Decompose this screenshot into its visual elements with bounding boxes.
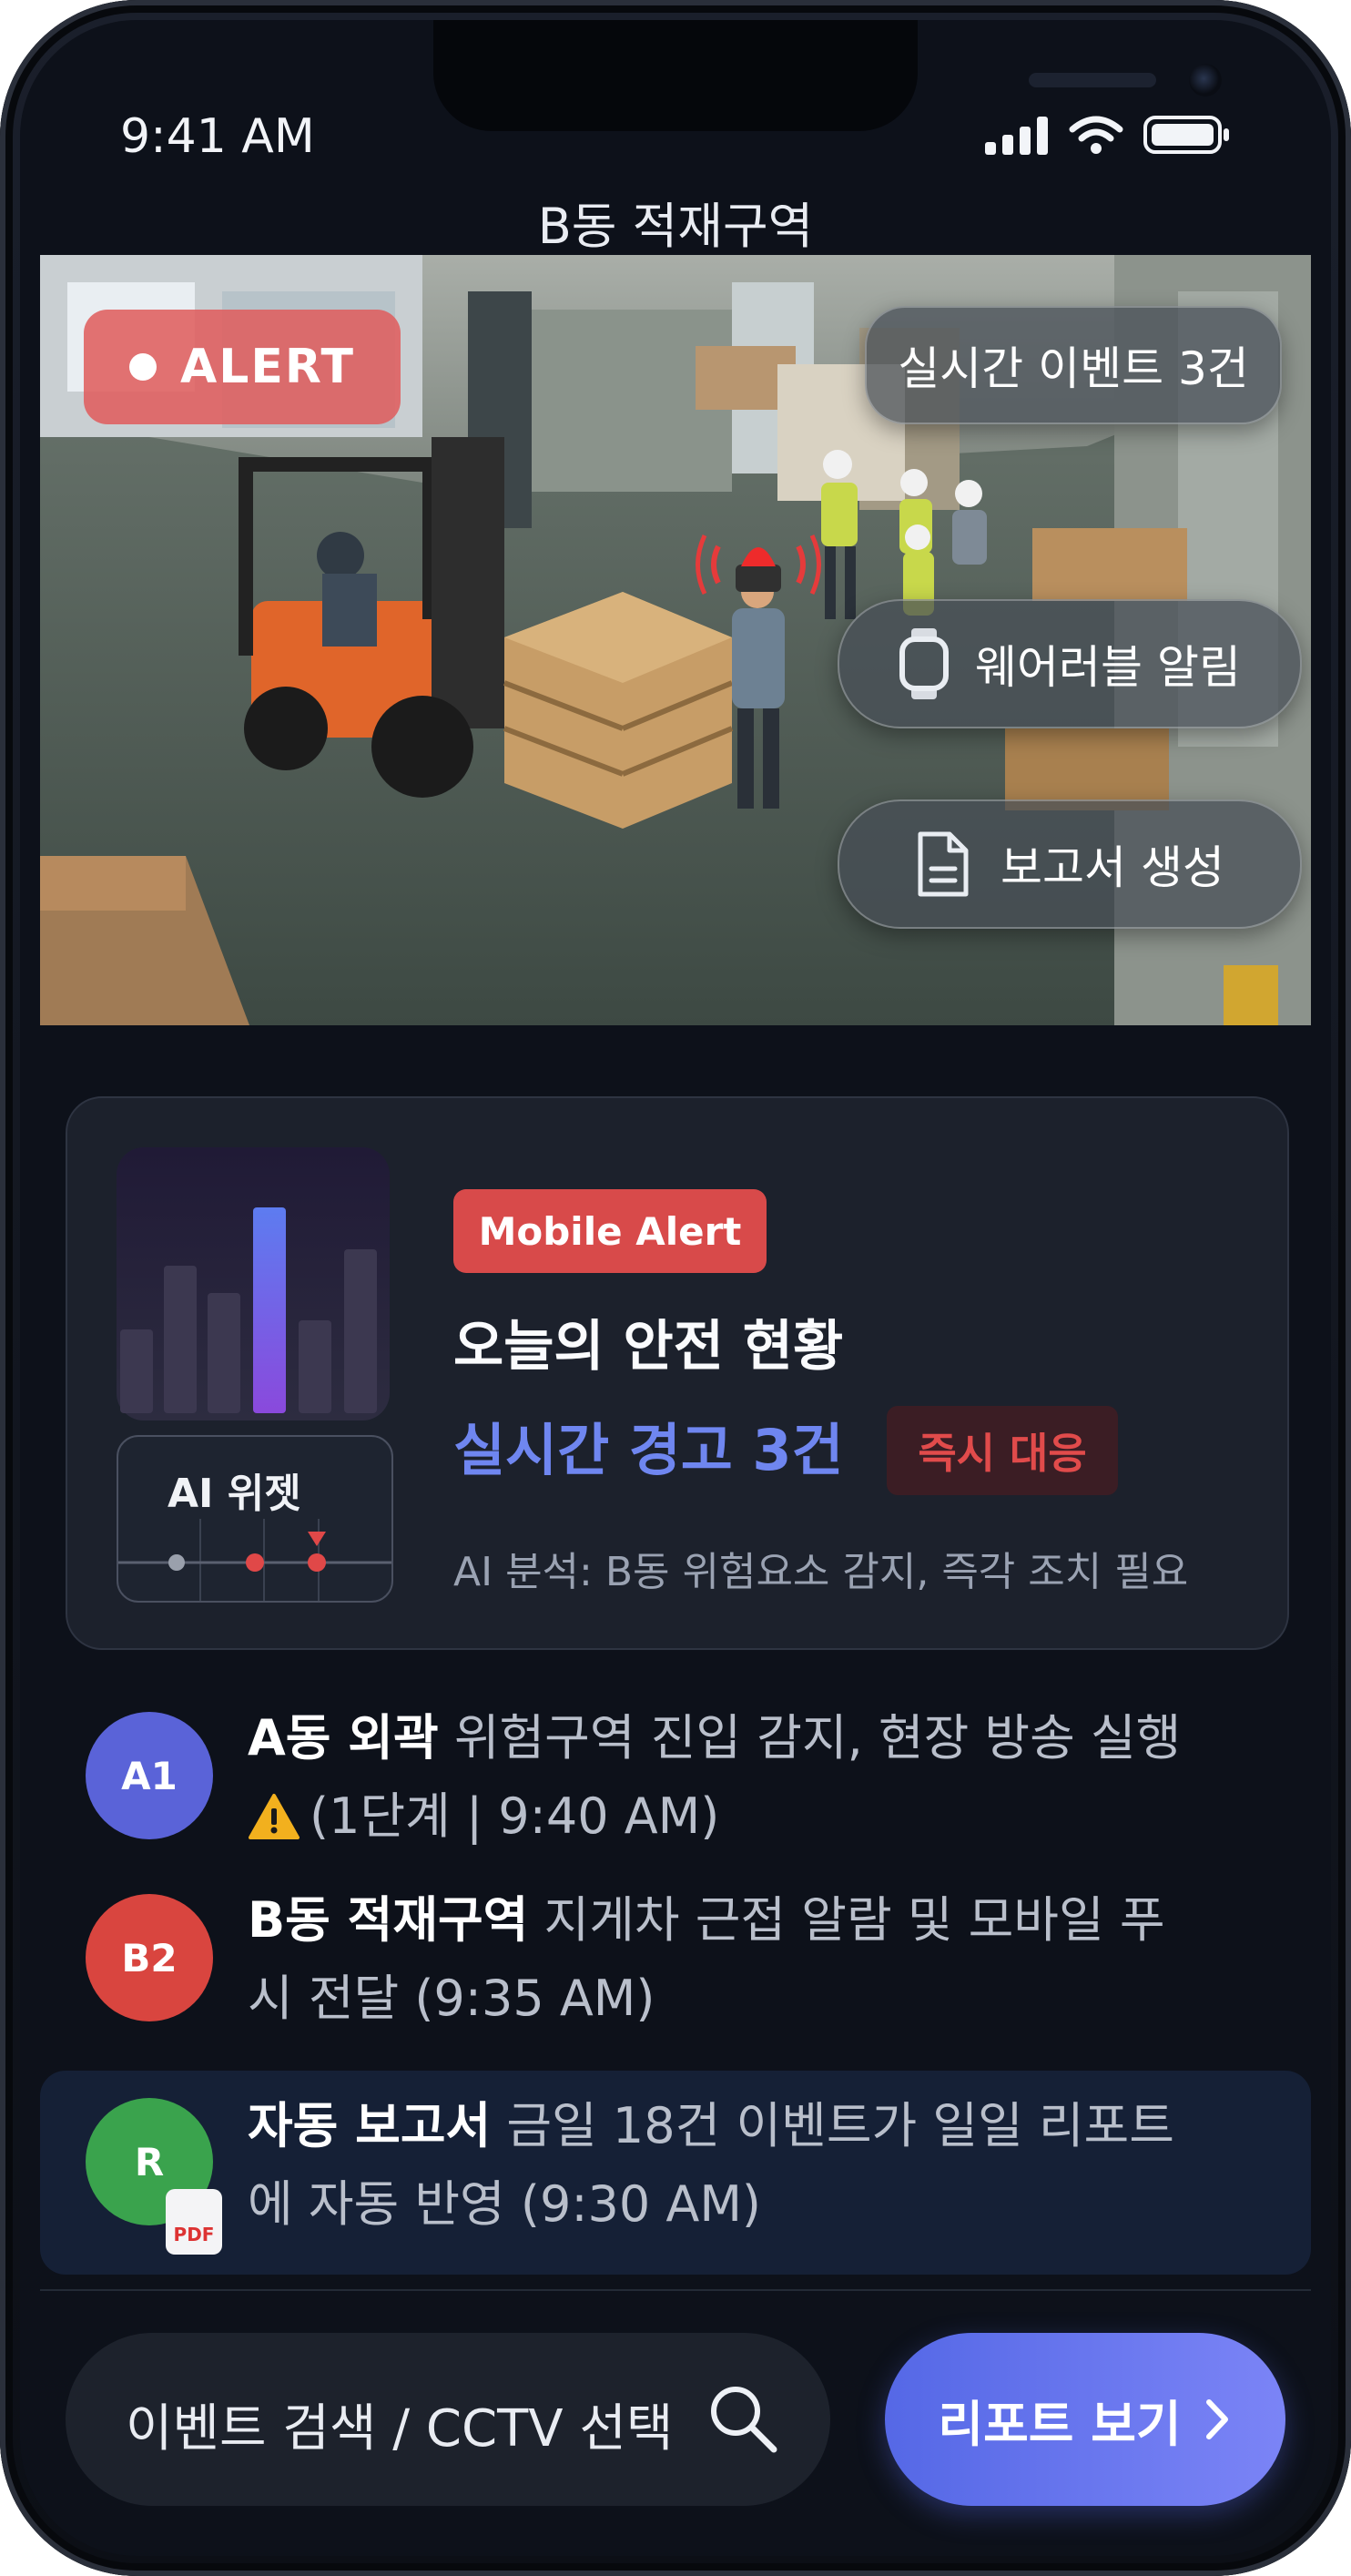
ai-widget-label: AI 위젯	[168, 1471, 301, 1517]
list-item[interactable]: R PDF 자동 보고서 금일 18건 이벤트가 일일 리포트 에 자동 반영 …	[40, 2071, 1311, 2275]
warning-icon	[249, 1794, 300, 1839]
cctv-feed[interactable]: ALERT 실시간 이벤트 3건 웨어러블 알림 보고서 생성	[40, 255, 1311, 1025]
avatar: B2	[86, 1894, 213, 2021]
generate-report-label: 보고서 생성	[1001, 841, 1224, 894]
feed-message: 위험구역 진입 감지, 현장 방송 실행	[453, 1709, 1182, 1767]
urgent-response-badge[interactable]: 즉시 대응	[887, 1406, 1118, 1495]
safety-chart-widget	[117, 1147, 390, 1420]
wearable-alert-button[interactable]: 웨어러블 알림	[838, 599, 1302, 728]
generate-report-button[interactable]: 보고서 생성	[838, 799, 1302, 929]
signal-icon	[985, 117, 1048, 155]
live-warning-count: 실시간 경고 3건	[453, 1417, 844, 1483]
divider	[40, 2289, 1311, 2291]
mobile-alert-badge: Mobile Alert	[453, 1189, 767, 1273]
search-input[interactable]: 이벤트 검색 / CCTV 선택	[126, 2388, 673, 2461]
page-title: B동 적재구역	[537, 198, 814, 255]
card-heading: 오늘의 안전 현황	[453, 1315, 844, 1379]
feed-title: A동 외곽	[248, 1709, 439, 1767]
avatar: A1	[86, 1712, 213, 1839]
smartwatch-icon	[899, 628, 950, 699]
view-report-button[interactable]: 리포트 보기	[885, 2333, 1285, 2506]
document-icon	[918, 831, 969, 897]
status-icons	[985, 115, 1231, 155]
event-feed: A1 A동 외곽 위험구역 진입 감지, 현장 방송 실행 (1단계 | 9:4…	[40, 1694, 1311, 2275]
feed-title: 자동 보고서	[248, 2097, 492, 2154]
app-screen: 9:41 AM B동 적재구역 ALERT 실시간 이벤트 3건 웨어러블 알림…	[20, 20, 1331, 2556]
list-item[interactable]: B2 B동 적재구역 지게차 근접 알람 및 모바일 푸 시 전달 (9:35 …	[40, 1876, 1311, 2058]
status-time: 9:41 AM	[120, 109, 315, 164]
live-events-label: 실시간 이벤트 3건	[898, 342, 1249, 395]
view-report-label: 리포트 보기	[938, 2395, 1182, 2453]
wifi-icon	[1069, 116, 1123, 154]
feed-text: 자동 보고서 금일 18건 이벤트가 일일 리포트 에 자동 반영 (9:30 …	[248, 2087, 1285, 2244]
alert-dot-icon	[128, 353, 157, 381]
feed-title: B동 적재구역	[248, 1891, 529, 1949]
battery-icon	[1143, 116, 1229, 154]
ai-widget[interactable]: AI 위젯	[117, 1435, 393, 1603]
list-item[interactable]: A1 A동 외곽 위험구역 진입 감지, 현장 방송 실행 (1단계 | 9:4…	[40, 1694, 1311, 1876]
feed-detail: (1단계 | 9:40 AM)	[310, 1787, 720, 1845]
alert-label: ALERT	[179, 340, 356, 394]
feed-detail: 에 자동 반영 (9:30 AM)	[248, 2175, 761, 2233]
front-camera	[1189, 64, 1222, 97]
feed-text: A동 외곽 위험구역 진입 감지, 현장 방송 실행 (1단계 | 9:40 A…	[248, 1699, 1285, 1856]
camera-notch	[433, 20, 1222, 131]
earpiece-speaker	[1029, 73, 1156, 87]
feed-detail: 시 전달 (9:35 AM)	[248, 1970, 655, 2027]
ai-analysis-text: AI 분석: B동 위험요소 감지, 즉각 조치 필요	[453, 1549, 1189, 1595]
alert-badge[interactable]: ALERT	[84, 310, 401, 424]
chevron-right-icon	[1205, 2399, 1228, 2439]
safety-summary-card[interactable]: AI 위젯 Mobile Alert 오늘의 안전 현황 실시간 경고 3건 즉…	[66, 1096, 1289, 1650]
live-events-button[interactable]: 실시간 이벤트 3건	[865, 306, 1282, 424]
feed-message: 금일 18건 이벤트가 일일 리포트	[506, 2097, 1174, 2154]
event-search-bar[interactable]: 이벤트 검색 / CCTV 선택	[66, 2333, 830, 2506]
search-icon[interactable]	[705, 2380, 781, 2457]
feed-text: B동 적재구역 지게차 근접 알람 및 모바일 푸 시 전달 (9:35 AM)	[248, 1881, 1285, 2038]
wearable-alert-label: 웨어러블 알림	[975, 641, 1241, 694]
pdf-file-icon: PDF	[166, 2189, 222, 2255]
phone-frame: 9:41 AM B동 적재구역 ALERT 실시간 이벤트 3건 웨어러블 알림…	[0, 0, 1351, 2576]
bar-chart-icon	[120, 1207, 377, 1413]
feed-message: 지게차 근접 알람 및 모바일 푸	[543, 1891, 1165, 1949]
